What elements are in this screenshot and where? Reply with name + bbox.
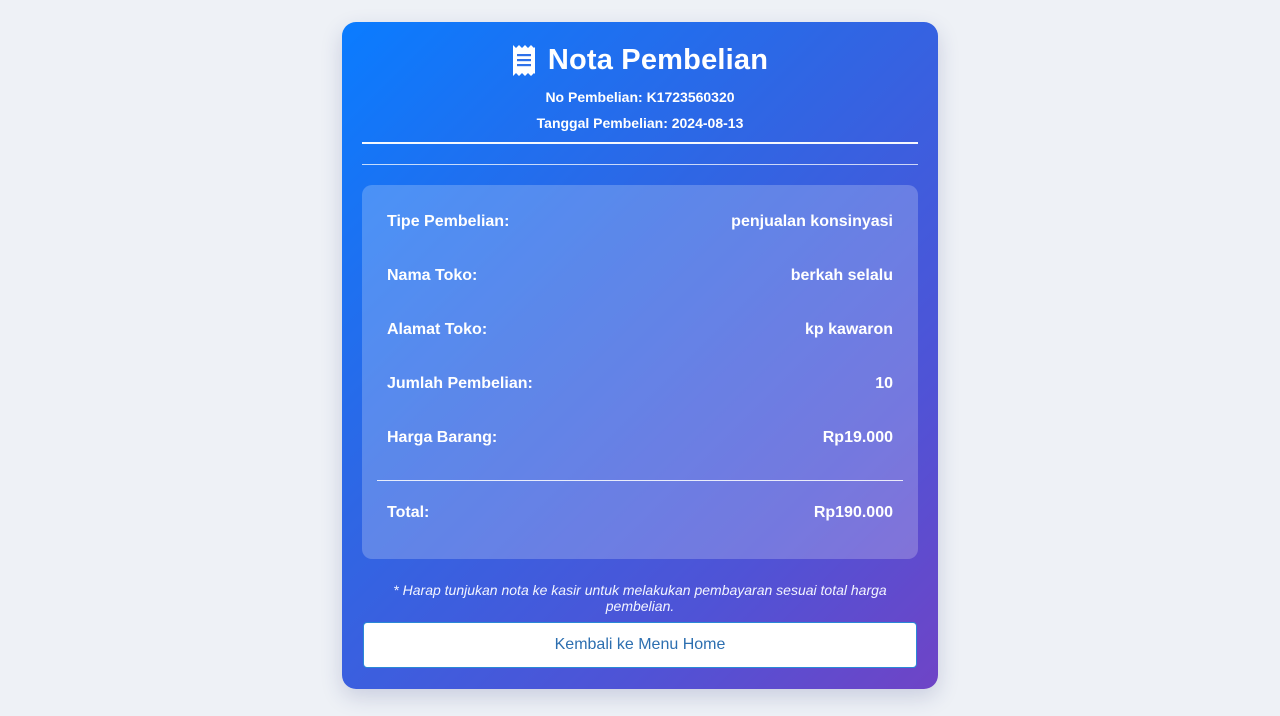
total-label: Total: — [387, 504, 430, 521]
header-divider — [362, 142, 918, 144]
total-divider — [377, 480, 903, 481]
detail-row-harga: Harga Barang: Rp19.000 — [387, 428, 893, 448]
receipt-header: Nota Pembelian No Pembelian: K1723560320… — [342, 40, 938, 132]
detail-row-nama-toko: Nama Toko: berkah selalu — [387, 266, 893, 286]
purchase-number: No Pembelian: K1723560320 — [545, 89, 735, 105]
detail-label: Alamat Toko: — [387, 321, 488, 338]
total-row: Total: Rp190.000 — [387, 503, 893, 523]
payment-note: * Harap tunjukan nota ke kasir untuk mel… — [393, 582, 887, 614]
receipt-card: Nota Pembelian No Pembelian: K1723560320… — [342, 22, 938, 689]
detail-row-tipe: Tipe Pembelian: penjualan konsinyasi — [387, 212, 893, 232]
back-home-button[interactable]: Kembali ke Menu Home — [363, 622, 917, 668]
detail-label: Jumlah Pembelian: — [387, 375, 533, 392]
detail-label: Tipe Pembelian: — [387, 213, 510, 230]
total-value: Rp190.000 — [813, 504, 893, 521]
detail-label: Nama Toko: — [387, 267, 478, 284]
detail-value: 10 — [875, 375, 893, 392]
detail-value: berkah selalu — [790, 267, 893, 284]
purchase-date: Tanggal Pembelian: 2024-08-13 — [536, 115, 744, 131]
detail-value: Rp19.000 — [822, 429, 893, 446]
detail-value: kp kawaron — [804, 321, 893, 338]
detail-value: penjualan konsinyasi — [731, 213, 893, 230]
receipt-icon — [512, 44, 548, 76]
title-row: Nota Pembelian — [342, 40, 938, 80]
page-title: Nota Pembelian — [547, 43, 769, 76]
header-divider-thin — [362, 164, 918, 165]
detail-panel: Tipe Pembelian: penjualan konsinyasi Nam… — [362, 185, 918, 559]
detail-row-jumlah: Jumlah Pembelian: 10 — [387, 374, 893, 394]
detail-label: Harga Barang: — [387, 429, 498, 446]
detail-row-alamat-toko: Alamat Toko: kp kawaron — [387, 320, 893, 340]
